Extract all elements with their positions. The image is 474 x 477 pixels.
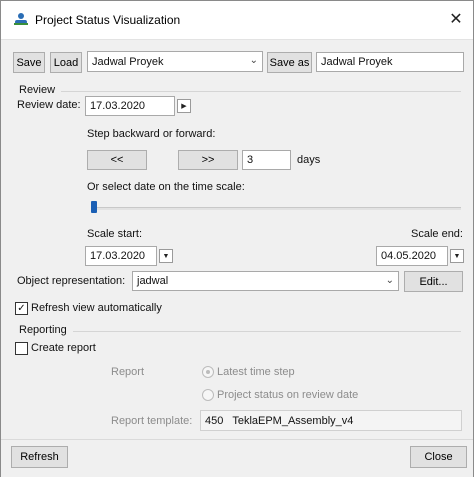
title-bar: Project Status Visualization ✕ — [1, 1, 473, 40]
scale-end-value: 04.05.2020 — [381, 250, 437, 262]
review-date-input[interactable]: 17.03.2020 — [85, 96, 175, 116]
review-date-label: Review date: — [17, 99, 81, 111]
create-report-label: Create report — [31, 342, 96, 354]
save-as-button[interactable]: Save as — [267, 52, 312, 73]
review-group-divider — [61, 91, 461, 92]
step-days-input[interactable]: 3 — [242, 150, 291, 170]
footer-bar — [1, 439, 473, 477]
time-scale-label: Or select date on the time scale: — [87, 181, 245, 193]
window-title: Project Status Visualization — [35, 13, 181, 27]
report-label: Report — [111, 366, 145, 378]
close-icon[interactable]: ✕ — [445, 9, 467, 31]
scale-end-input[interactable]: 04.05.2020 — [376, 246, 448, 266]
settings-dropdown[interactable]: Jadwal Proyek ⌄ — [87, 51, 263, 72]
app-icon — [13, 12, 29, 26]
review-date-spin-icon[interactable]: ▶ — [177, 99, 191, 113]
chevron-down-icon: ⌄ — [385, 275, 394, 286]
latest-time-step-radio[interactable] — [202, 366, 214, 378]
report-template-dropdown[interactable]: 450 TeklaEPM_Assembly_v4 — [200, 410, 462, 431]
scale-end-label: Scale end: — [411, 228, 463, 240]
object-representation-value: jadwal — [137, 275, 169, 287]
step-label: Step backward or forward: — [87, 128, 216, 140]
checkmark-icon: ✓ — [17, 303, 26, 314]
save-button[interactable]: Save — [13, 52, 45, 73]
review-group-label: Review — [19, 84, 56, 96]
scale-start-label: Scale start: — [87, 228, 143, 240]
edit-button[interactable]: Edit... — [404, 271, 463, 292]
step-days-value: 3 — [247, 154, 254, 166]
step-back-button[interactable]: << — [87, 150, 147, 170]
report-template-value: 450 TeklaEPM_Assembly_v4 — [205, 414, 354, 427]
reporting-group-label: Reporting — [19, 324, 67, 336]
time-scale-slider[interactable] — [91, 201, 461, 215]
days-label: days — [297, 154, 321, 166]
load-button[interactable]: Load — [50, 52, 82, 73]
scale-end-spin-icon[interactable]: ▼ — [450, 249, 464, 263]
latest-time-step-label: Latest time step — [217, 366, 295, 378]
refresh-auto-checkbox[interactable]: ✓ — [15, 302, 28, 315]
reporting-group-divider — [73, 331, 461, 332]
refresh-auto-label: Refresh view automatically — [31, 302, 162, 314]
report-template-label: Report template: — [111, 415, 193, 427]
save-as-input[interactable]: Jadwal Proyek — [316, 52, 464, 72]
scale-start-spin-icon[interactable]: ▼ — [159, 249, 173, 263]
scale-start-value: 17.03.2020 — [90, 250, 146, 262]
project-status-radio[interactable] — [202, 389, 214, 401]
save-as-input-value: Jadwal Proyek — [321, 56, 393, 68]
create-report-checkbox[interactable] — [15, 342, 28, 355]
project-status-label: Project status on review date — [217, 389, 359, 401]
scale-start-input[interactable]: 17.03.2020 — [85, 246, 157, 266]
settings-dropdown-value: Jadwal Proyek — [92, 55, 164, 68]
project-status-window: Project Status Visualization ✕ Save Load… — [0, 0, 474, 477]
time-scale-track — [91, 207, 461, 210]
object-representation-dropdown[interactable]: jadwal ⌄ — [132, 271, 399, 291]
review-date-value: 17.03.2020 — [90, 100, 146, 112]
chevron-down-icon: ⌄ — [249, 55, 258, 66]
refresh-button[interactable]: Refresh — [11, 446, 68, 468]
step-forward-button[interactable]: >> — [178, 150, 238, 170]
object-representation-label: Object representation: — [17, 275, 126, 287]
close-button[interactable]: Close — [410, 446, 467, 468]
time-scale-thumb[interactable] — [91, 201, 97, 213]
